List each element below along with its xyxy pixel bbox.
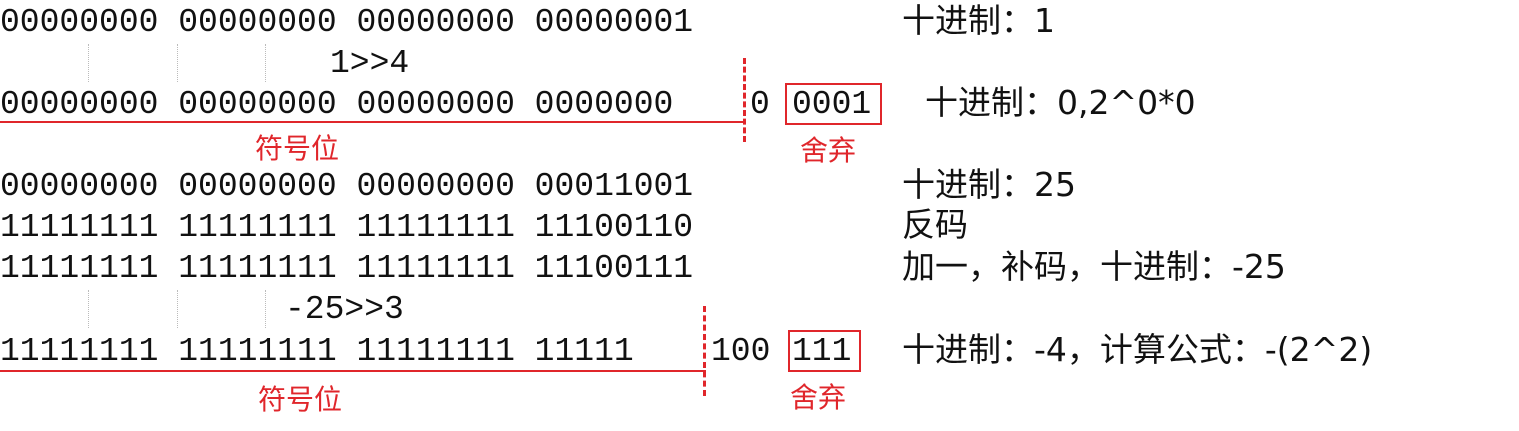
discard-label-1: 舍弃 (800, 134, 857, 167)
decimal-label-6: 十进制：-4，计算公式：-(2^2) (902, 330, 1373, 369)
twos-complement-label: 加一，补码，十进制：-25 (902, 247, 1286, 286)
decimal-label-3: 十进制：25 (902, 165, 1076, 204)
discarded-bits-1: 0001 (792, 86, 872, 123)
decimal-label-1: 十进制：1 (902, 1, 1055, 40)
decimal-label-2: 十进制：0,2^0*0 (925, 83, 1196, 122)
binary-row-2: 00000000 00000000 00000000 0000000 (0, 86, 674, 123)
binary-row-2-tail: 0 (750, 86, 770, 123)
sign-bit-underline-2 (0, 370, 706, 372)
guide-line (88, 44, 89, 82)
binary-row-6: 11111111 11111111 11111111 11111 (0, 333, 634, 370)
shift-expression-2: -25>>3 (285, 291, 404, 328)
binary-row-3: 00000000 00000000 00000000 00011001 (0, 168, 694, 205)
binary-row-5: 11111111 11111111 11111111 11100111 (0, 250, 694, 287)
ones-complement-label: 反码 (902, 205, 968, 244)
shift-expression-1: 1>>4 (330, 45, 410, 82)
discarded-bits-2: 111 (792, 333, 852, 370)
guide-line (88, 290, 89, 328)
guide-line (177, 44, 178, 82)
guide-line (265, 44, 266, 82)
guide-line (265, 290, 266, 328)
sign-bit-underline-1 (0, 121, 745, 123)
sign-bit-label-2: 符号位 (258, 383, 343, 416)
binary-row-1: 00000000 00000000 00000000 00000001 (0, 4, 694, 41)
guide-line (177, 290, 178, 328)
binary-row-6-tail: 100 (711, 333, 771, 370)
cut-line-1 (743, 58, 746, 142)
diagram-root: { "rows": { "r1_bits": "00000000 0000000… (0, 0, 1519, 431)
binary-row-4: 11111111 11111111 11111111 11100110 (0, 209, 694, 246)
discard-label-2: 舍弃 (790, 381, 847, 414)
cut-line-2 (703, 306, 706, 396)
sign-bit-label-1: 符号位 (255, 132, 340, 165)
